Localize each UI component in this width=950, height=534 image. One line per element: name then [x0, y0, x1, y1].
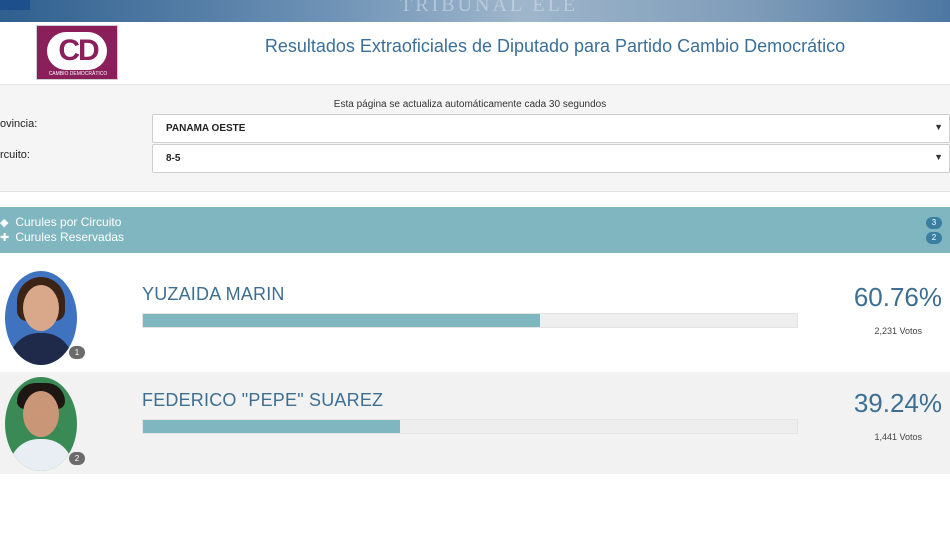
logo-letters: CD: [58, 34, 99, 67]
candidate-votes: 1,441 Votos: [874, 432, 922, 442]
vote-progress-bar: [142, 419, 798, 434]
chevron-down-icon: ▼: [934, 152, 943, 162]
candidate-name: FEDERICO "PEPE" SUAREZ: [142, 390, 384, 410]
filter-panel: Esta página se actualiza automáticamente…: [0, 85, 950, 192]
candidate-photo: [5, 271, 77, 365]
photo-body: [9, 439, 73, 471]
vote-progress-fill: [143, 420, 400, 433]
page-title: Resultados Extraoficiales de Diputado pa…: [264, 36, 846, 56]
candidate-rank-badge: 2: [69, 452, 85, 465]
curules-por-circuito-label: Curules por Circuito: [15, 215, 122, 229]
vote-progress-bar: [142, 313, 798, 328]
circuito-selected-value: 8-5: [166, 153, 181, 164]
top-banner: TRIBUNAL ELE: [0, 0, 950, 22]
curules-por-circuito-badge: 3: [926, 217, 942, 229]
curules-reservadas-label: Curules Reservadas: [15, 230, 125, 244]
curules-reservadas-badge: 2: [926, 232, 942, 244]
candidate-row: 1 YUZAIDA MARIN 60.76% 2,231 Votos: [0, 266, 950, 368]
curules-reservadas-row: ✚ Curules Reservadas: [0, 230, 124, 244]
candidate-row: 2 FEDERICO "PEPE" SUAREZ 39.24% 1,441 Vo…: [0, 372, 950, 474]
circuito-label: rcuito:: [0, 149, 30, 161]
candidate-votes: 2,231 Votos: [874, 326, 922, 336]
vote-progress-fill: [143, 314, 541, 327]
candidate-percent: 60.76%: [853, 282, 942, 312]
banner-text: TRIBUNAL ELE: [400, 0, 579, 16]
photo-body: [9, 333, 73, 365]
curules-por-circuito-row: ◆ Curules por Circuito: [0, 215, 121, 229]
candidate-rank-badge: 1: [69, 346, 85, 359]
photo-face: [23, 391, 59, 437]
candidate-photo: [5, 377, 77, 471]
pin-icon: ✚: [0, 232, 10, 244]
logo-caption: CAMBIO DEMOCRÁTICO: [48, 71, 108, 77]
page-header: CD CAMBIO DEMOCRÁTICO Resultados Extraof…: [0, 22, 950, 85]
curules-panel: ◆ Curules por Circuito 3 ✚ Curules Reser…: [0, 207, 950, 253]
candidate-percent: 39.24%: [853, 388, 942, 418]
photo-face: [23, 285, 59, 331]
circuito-select[interactable]: 8-5 ▼: [152, 144, 950, 173]
auto-update-note: Esta página se actualiza automáticamente…: [333, 99, 607, 110]
provincia-select[interactable]: PANAMA OESTE ▼: [152, 114, 950, 143]
provincia-selected-value: PANAMA OESTE: [166, 123, 246, 134]
tag-icon: ◆: [0, 217, 9, 229]
candidate-name: YUZAIDA MARIN: [142, 284, 285, 304]
banner-logo-mark: [0, 0, 30, 10]
party-logo: CD CAMBIO DEMOCRÁTICO: [36, 25, 118, 80]
provincia-label: ovincia:: [0, 118, 38, 130]
chevron-down-icon: ▼: [934, 122, 943, 132]
